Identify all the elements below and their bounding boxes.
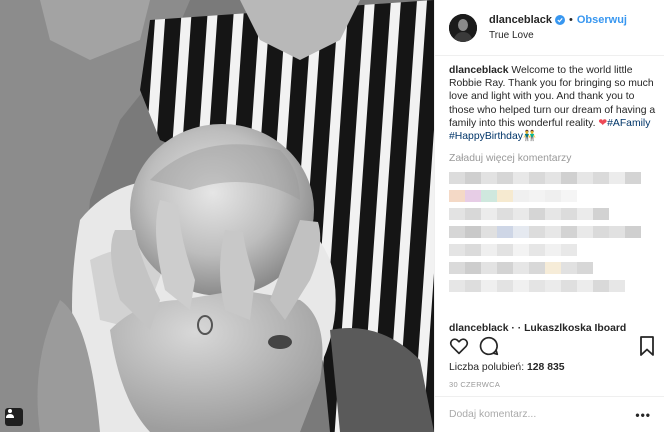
caption-username[interactable]: dlanceblack xyxy=(449,65,509,76)
blur-row xyxy=(449,208,657,220)
post-date[interactable]: 30 CZERWCA xyxy=(449,380,500,389)
likes-count[interactable]: Liczba polubień: 128 835 xyxy=(449,362,565,373)
post-caption: dlanceblack Welcome to the world little … xyxy=(449,64,657,143)
header-text: dlanceblack • Obserwuj True Love xyxy=(489,14,627,41)
post-sidebar: dlanceblack • Obserwuj True Love dlanceb… xyxy=(434,0,664,432)
blur-row xyxy=(449,244,657,256)
comments-section: dlanceblack Welcome to the world little … xyxy=(449,64,657,332)
separator-dot: • xyxy=(568,14,573,26)
hashtag-happybirthday[interactable]: #HappyBirthday xyxy=(449,131,523,142)
post-photo[interactable] xyxy=(0,0,434,432)
avatar-image xyxy=(449,13,477,42)
follow-button[interactable]: Obserwuj xyxy=(577,14,627,26)
blur-row xyxy=(449,172,657,184)
blur-row xyxy=(449,190,657,202)
hashtag-afamily[interactable]: #AFamily xyxy=(607,118,650,129)
blur-row xyxy=(449,226,657,238)
tag-people-button[interactable] xyxy=(5,408,23,426)
add-comment-bar: ••• xyxy=(435,396,664,432)
blurred-comments xyxy=(449,172,657,312)
person-tag-icon xyxy=(6,409,14,418)
heart-outline-icon xyxy=(449,338,469,355)
comment-button[interactable] xyxy=(479,336,499,356)
location-link[interactable]: True Love xyxy=(489,30,627,41)
comment-input[interactable] xyxy=(449,409,636,420)
verified-badge-icon xyxy=(554,15,565,25)
partial-comment: dlanceblack · · Lukaszlkoska Iboard xyxy=(449,323,627,332)
username-link[interactable]: dlanceblack xyxy=(489,14,552,26)
speech-bubble-icon xyxy=(479,336,499,356)
post-header: dlanceblack • Obserwuj True Love xyxy=(435,0,664,56)
save-button[interactable] xyxy=(637,336,657,356)
blur-row xyxy=(449,280,657,292)
header-row: dlanceblack • Obserwuj xyxy=(489,14,627,26)
load-more-comments-link[interactable]: Załaduj więcej komentarzy xyxy=(449,153,657,164)
newborn-photo xyxy=(0,0,434,432)
like-button[interactable] xyxy=(449,336,469,356)
likes-number: 128 835 xyxy=(527,362,565,373)
avatar[interactable] xyxy=(449,13,477,42)
bookmark-icon xyxy=(640,336,654,356)
post-actions xyxy=(449,334,657,358)
instagram-post: dlanceblack • Obserwuj True Love dlanceb… xyxy=(0,0,664,432)
blur-row xyxy=(449,262,657,274)
couple-emoji: 👬 xyxy=(522,131,536,143)
more-options-icon[interactable]: ••• xyxy=(635,408,651,422)
likes-label: Liczba polubień: xyxy=(449,362,525,373)
heart-emoji: ❤ xyxy=(598,117,608,129)
